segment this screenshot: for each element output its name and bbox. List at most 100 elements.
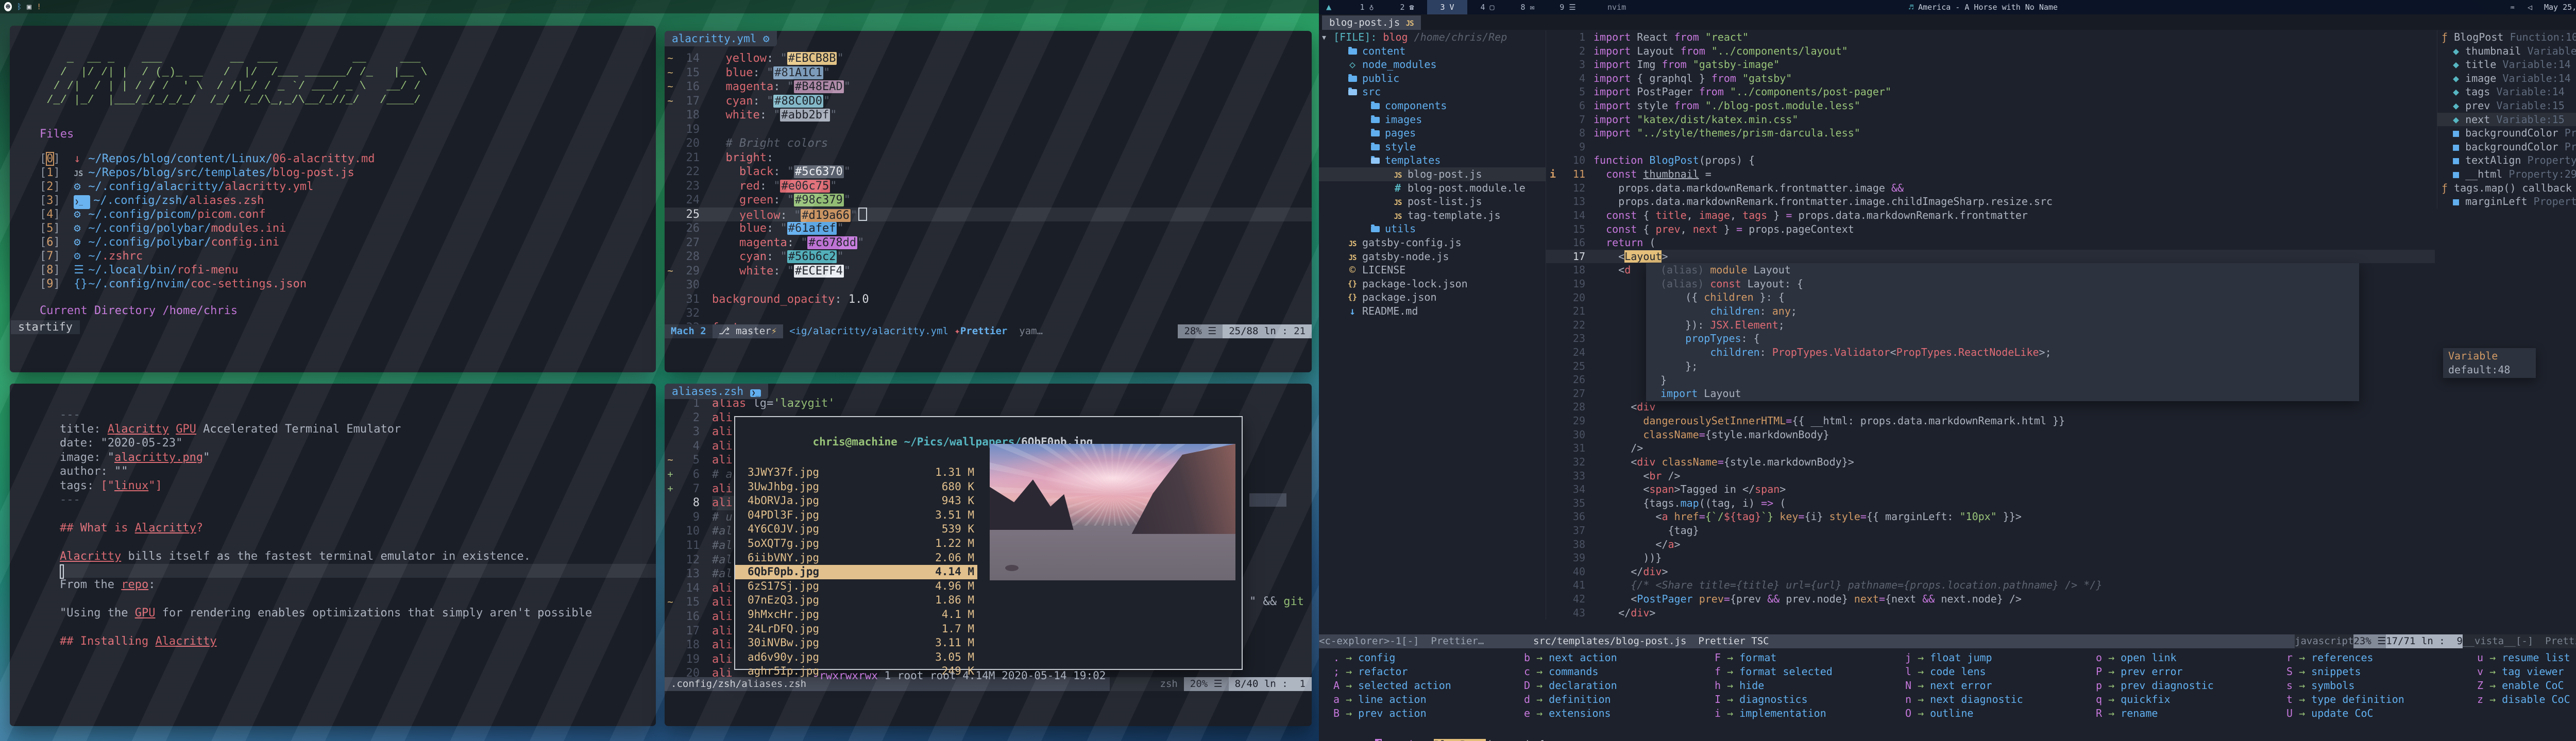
arch-launcher-icon[interactable]: ▲ xyxy=(1326,0,1331,14)
wifi-icon[interactable]: ♒ xyxy=(2510,0,2515,14)
code-line[interactable]: 1import React from "react" xyxy=(1546,30,2435,44)
code-line[interactable]: 10function BlogPost(props) { xyxy=(1546,153,2435,167)
markdown-line[interactable] xyxy=(60,592,656,607)
vista-item[interactable]: ■ __html Property:29 xyxy=(2437,167,2576,181)
vista-item[interactable]: ■ textAlign Property:25 xyxy=(2437,153,2576,167)
tree-item[interactable]: components xyxy=(1319,99,1546,113)
markdown-line[interactable]: image: "alacritty.png" xyxy=(60,451,656,465)
markdown-line[interactable]: title: Alacritty GPU Accelerated Termina… xyxy=(60,422,656,437)
markdown-line[interactable]: "Using the GPU for rendering enables opt… xyxy=(60,606,656,621)
tree-item[interactable]: content xyxy=(1319,44,1546,58)
markdown-line[interactable]: --- xyxy=(60,408,656,422)
code-line[interactable]: 5import PostPager from "../components/po… xyxy=(1546,85,2435,99)
startify-entry[interactable]: [2] ⚙~/.config/alacritty/alacritty.yml xyxy=(40,180,656,194)
code-line[interactable]: 28 <div xyxy=(1546,400,2435,414)
yaml-line[interactable]: 18 white: "#abb2bf" xyxy=(665,108,1312,123)
code-line[interactable]: 30 className={style.markdownBody} xyxy=(1546,428,2435,442)
code-line[interactable]: 34 <span>Tagged in </span> xyxy=(1546,482,2435,496)
markdown-line[interactable] xyxy=(60,507,656,522)
picker-file-row[interactable]: 6iibVNY.jpg2.06 M xyxy=(735,551,977,565)
yaml-line[interactable]: ~17 cyan: "#88C0D0" xyxy=(665,94,1312,109)
startify-entry[interactable]: [6] ⚙~/.config/polybar/config.ini xyxy=(40,235,656,249)
code-line[interactable]: 35 {tags.map((tag, i) => ( xyxy=(1546,496,2435,510)
code-line[interactable]: 42 <PostPager prev={prev && prev.node} n… xyxy=(1546,592,2435,606)
yaml-line[interactable]: ~16 magenta: "#B48EAD" xyxy=(665,80,1312,94)
display-icon[interactable]: ▣ xyxy=(27,2,31,11)
tree-item[interactable]: src xyxy=(1319,85,1546,99)
workspace-8[interactable]: 8 ✉ xyxy=(1507,0,1548,14)
code-line[interactable]: 2import Layout from "../components/layou… xyxy=(1546,44,2435,58)
code-line[interactable]: 6import style from "./blog-post.module.l… xyxy=(1546,99,2435,113)
code-line[interactable]: 31 /> xyxy=(1546,441,2435,455)
tree-item[interactable]: style xyxy=(1319,140,1546,154)
bluetooth-icon[interactable]: ᛒ xyxy=(17,2,22,11)
code-line[interactable]: i11 const thumbnail = xyxy=(1546,167,2435,181)
code-line[interactable]: 33 <br /> xyxy=(1546,469,2435,483)
vista-item[interactable]: ◆ image Variable:14 xyxy=(2437,72,2576,85)
code-line[interactable]: 29 dangerouslySetInnerHTML={{ __html: pr… xyxy=(1546,414,2435,428)
tree-item[interactable]: {}package.json xyxy=(1319,290,1546,304)
picker-file-row[interactable]: 30iNVBw.jpg3.11 M xyxy=(735,636,977,650)
yaml-line[interactable]: 32 xyxy=(665,306,1312,321)
picker-file-row[interactable]: 4Y6C0JV.jpg539 K xyxy=(735,522,977,537)
code-line[interactable]: 40 </div> xyxy=(1546,565,2435,579)
yaml-line[interactable]: ~29 white: "#ECEFF4" xyxy=(665,264,1312,279)
code-line[interactable]: 38 </a> xyxy=(1546,538,2435,552)
code-line[interactable]: 9 xyxy=(1546,140,2435,154)
yaml-line[interactable]: 30 xyxy=(665,278,1312,292)
picker-file-row[interactable]: 6zS17Sj.jpg4.96 M xyxy=(735,579,977,594)
workspace-3[interactable]: 3 V xyxy=(1427,0,1467,14)
markdown-line[interactable] xyxy=(60,536,656,550)
markdown-line[interactable]: date: "2020-05-23" xyxy=(60,436,656,451)
startify-entry[interactable]: [3] ❯_~/.config/zsh/aliases.zsh xyxy=(40,194,656,208)
yaml-line[interactable]: 23 red: "#e06c75" xyxy=(665,179,1312,194)
markdown-line[interactable]: author: "" xyxy=(60,464,656,479)
tree-item[interactable]: JStag-template.js xyxy=(1319,209,1546,222)
code-line[interactable]: 3import Img from "gatsby-image" xyxy=(1546,58,2435,72)
markdown-line[interactable]: ## What is Alacritty? xyxy=(60,521,656,536)
code-line[interactable]: 16 return ( xyxy=(1546,236,2435,250)
vista-item[interactable]: ◆ title Variable:14 xyxy=(2437,58,2576,72)
code-line[interactable]: 4import { graphql } from "gatsby" xyxy=(1546,72,2435,85)
yaml-line[interactable]: ~15 blue: "#81A1C1" xyxy=(665,66,1312,80)
vista-item[interactable]: ■ backgroundColor Property:20 xyxy=(2437,126,2576,140)
code-line[interactable]: 7import "katex/dist/katex.min.css" xyxy=(1546,113,2435,127)
code-line[interactable]: 8import "../style/themes/prism-darcula.l… xyxy=(1546,126,2435,140)
markdown-line[interactable]: ## Installing Alacritty xyxy=(60,634,656,649)
startify-entry[interactable]: [1] JS~/Repos/blog/src/templates/blog-po… xyxy=(40,166,656,180)
tree-item[interactable]: #blog-post.module.le xyxy=(1319,181,1546,195)
tree-item[interactable]: ↓README.md xyxy=(1319,304,1546,318)
picker-file-row[interactable]: 3JWY37f.jpg1.31 M xyxy=(735,466,977,480)
vista-item[interactable]: ◆ thumbnail Variable:11 xyxy=(2437,44,2576,58)
code-line[interactable]: 37 {tag} xyxy=(1546,524,2435,538)
yaml-line[interactable]: 20 # Bright colors xyxy=(665,136,1312,151)
startify-entry[interactable]: [5] ⚙~/.config/polybar/modules.ini xyxy=(40,221,656,235)
markdown-line[interactable]: From the repo: xyxy=(60,578,656,592)
startify-entry[interactable]: [9] {}~/.config/nvim/coc-settings.json xyxy=(40,277,656,291)
vista-item[interactable]: ◆ next Variable:15 xyxy=(2437,113,2576,127)
startify-entry[interactable]: [4] ⚙~/.config/picom/picom.conf xyxy=(40,208,656,221)
code-line[interactable]: 14 const { title, image, tags } = props.… xyxy=(1546,209,2435,222)
tree-item[interactable]: utils xyxy=(1319,222,1546,236)
markdown-line[interactable]: Alacritty bills itself as the fastest te… xyxy=(60,549,656,564)
workspace-1[interactable]: 1 ♁ xyxy=(1347,0,1387,14)
picker-file-row[interactable]: 4bORVJa.jpg943 K xyxy=(735,494,977,508)
code-line[interactable]: 43 </div> xyxy=(1546,606,2435,620)
yaml-line[interactable]: 24 green: "#98c379" xyxy=(665,193,1312,208)
vista-item[interactable]: ■ marginLeft Property:36 xyxy=(2437,195,2576,209)
vista-item[interactable]: ■ backgroundColor Property:23 xyxy=(2437,140,2576,154)
tree-item[interactable]: JSgatsby-config.js xyxy=(1319,236,1546,250)
tree-item[interactable]: JSpost-list.js xyxy=(1319,195,1546,209)
code-line[interactable]: 36 <a href={`/${tag}`} key={i} style={{ … xyxy=(1546,510,2435,524)
tree-item[interactable]: JSgatsby-node.js xyxy=(1319,250,1546,264)
tree-item[interactable]: {}package-lock.json xyxy=(1319,277,1546,291)
picker-file-row[interactable]: 24LrDFQ.jpg1.7 M xyxy=(735,622,977,636)
code-line[interactable]: 15 const { prev, next } = props.pageCont… xyxy=(1546,222,2435,236)
explorer-root[interactable]: ▾ [FILE]: blog /home/chris/Rep xyxy=(1319,30,1546,44)
tree-item[interactable]: images xyxy=(1319,113,1546,127)
workspace-2[interactable]: 2 ☎ xyxy=(1387,0,1427,14)
yaml-buffer[interactable]: ~14 yellow: "#EBCB8B"~15 blue: "#81A1C1"… xyxy=(665,31,1312,335)
code-line[interactable]: 13 props.data.markdownRemark.frontmatter… xyxy=(1546,195,2435,209)
vista-item[interactable]: ƒ BlogPost Function:10 xyxy=(2437,30,2576,44)
yaml-line[interactable]: ~14 yellow: "#EBCB8B" xyxy=(665,51,1312,66)
